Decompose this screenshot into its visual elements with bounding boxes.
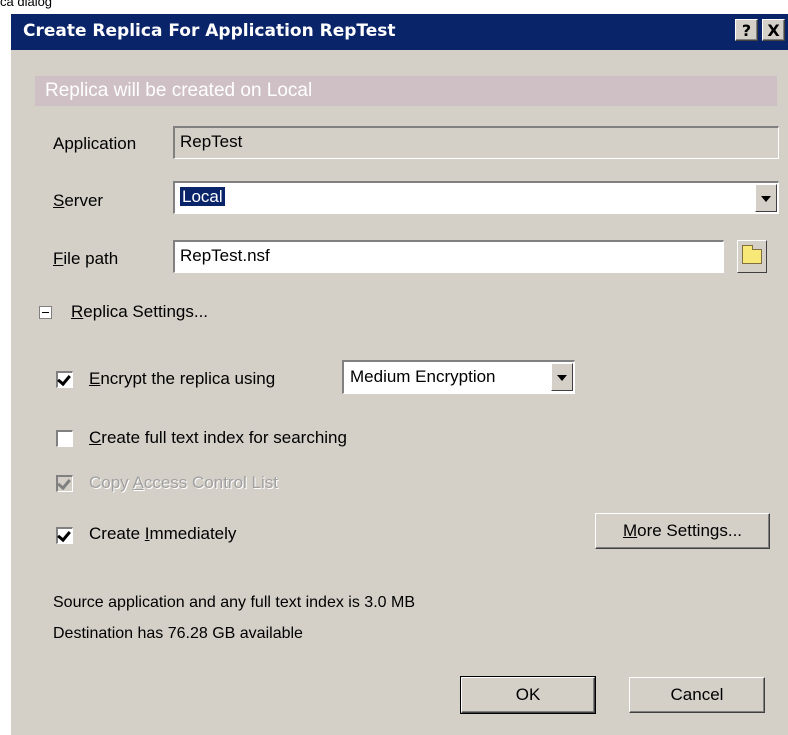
cancel-button[interactable]: Cancel: [629, 677, 765, 713]
encrypt-label-text: ncrypt the replica using: [100, 369, 276, 388]
fulltext-label[interactable]: Create full text index for searching: [89, 428, 347, 448]
application-field: RepTest: [173, 126, 779, 159]
encryption-dropdown-button[interactable]: [551, 363, 573, 391]
create-immediately-checkbox[interactable]: [56, 527, 73, 544]
help-icon: ?: [741, 21, 752, 40]
server-value: Local: [180, 187, 225, 206]
acl-label-pre: Copy: [89, 473, 133, 492]
folder-icon: [742, 245, 762, 264]
server-label-mnemonic: S: [53, 191, 65, 210]
ok-button[interactable]: OK: [460, 676, 596, 714]
encrypt-mnemonic: E: [89, 369, 101, 388]
create-replica-dialog: Create Replica For Application RepTest ?…: [10, 14, 788, 735]
server-label: Server: [53, 191, 103, 211]
close-icon: X: [767, 21, 780, 40]
more-settings-mnemonic: M: [622, 521, 638, 540]
ok-label: OK: [515, 685, 541, 704]
check-icon: [57, 527, 71, 543]
filepath-label-text: ile path: [63, 249, 119, 268]
filepath-label-mnemonic: F: [53, 249, 64, 268]
replica-settings-label: eplica Settings...: [83, 302, 209, 321]
fulltext-label-text: reate full text index for searching: [101, 428, 347, 447]
application-value: RepTest: [180, 132, 243, 151]
acl-label: Copy Access Control List: [89, 473, 278, 493]
replica-settings-toggle[interactable]: Replica Settings...: [71, 302, 208, 322]
background-strip: ca dialog: [0, 0, 788, 14]
check-icon: [57, 475, 71, 491]
source-size-text: Source application and any full text ind…: [53, 594, 415, 611]
cancel-label: Cancel: [670, 685, 724, 704]
server-label-text: erver: [64, 191, 104, 210]
acl-checkbox: [56, 475, 73, 492]
fulltext-checkbox[interactable]: [56, 430, 73, 447]
close-button[interactable]: X: [762, 19, 785, 41]
replica-settings-mnemonic: R: [71, 302, 84, 321]
encrypt-checkbox[interactable]: [56, 371, 73, 388]
check-icon: [57, 371, 71, 387]
collapse-icon[interactable]: [39, 306, 52, 319]
background-caption: ca dialog: [0, 0, 53, 9]
more-settings-label: ore Settings...: [637, 521, 743, 540]
application-label: Application: [53, 134, 137, 153]
server-combobox[interactable]: Local: [173, 181, 779, 214]
browse-folder-button[interactable]: [737, 240, 767, 273]
destination-available-text: Destination has 76.28 GB available: [53, 625, 303, 642]
window-title: Create Replica For Application RepTest: [23, 21, 396, 41]
encrypt-label[interactable]: Encrypt the replica using: [89, 369, 275, 389]
encryption-level-select[interactable]: Medium Encryption: [342, 360, 575, 394]
filepath-value: RepTest.nsf: [180, 246, 270, 265]
filepath-input[interactable]: RepTest.nsf: [173, 240, 724, 273]
acl-label-text: ccess Control List: [143, 473, 278, 492]
replica-location-banner: Replica will be created on Local: [35, 76, 777, 106]
help-button[interactable]: ?: [735, 19, 758, 41]
acl-mnemonic: A: [132, 473, 144, 492]
more-settings-button[interactable]: More Settings...: [595, 513, 770, 549]
title-bar[interactable]: Create Replica For Application RepTest ?…: [11, 14, 788, 50]
create-immediately-label[interactable]: Create Immediately: [89, 524, 236, 544]
encryption-level-value: Medium Encryption: [350, 367, 496, 386]
create-immediately-pre: Create: [89, 524, 145, 543]
server-dropdown-button[interactable]: [755, 184, 777, 212]
create-immediately-text: mmediately: [149, 524, 237, 543]
fulltext-mnemonic: C: [89, 428, 102, 447]
filepath-label: File path: [53, 249, 118, 269]
